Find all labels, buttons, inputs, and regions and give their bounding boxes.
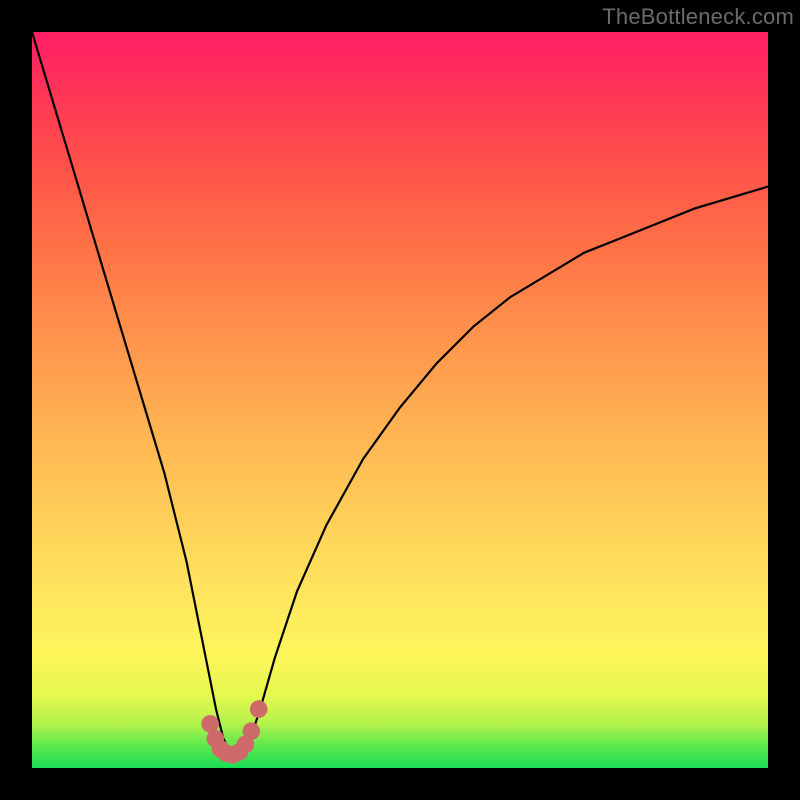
watermark-text: TheBottleneck.com [602, 4, 794, 30]
min-marker-cluster [201, 700, 267, 763]
min-marker-dot [250, 700, 268, 718]
bottleneck-curve-path [32, 32, 768, 753]
chart-svg [32, 32, 768, 768]
outer-black-frame: TheBottleneck.com [0, 0, 800, 800]
min-marker-dot [243, 722, 261, 740]
plot-area [32, 32, 768, 768]
